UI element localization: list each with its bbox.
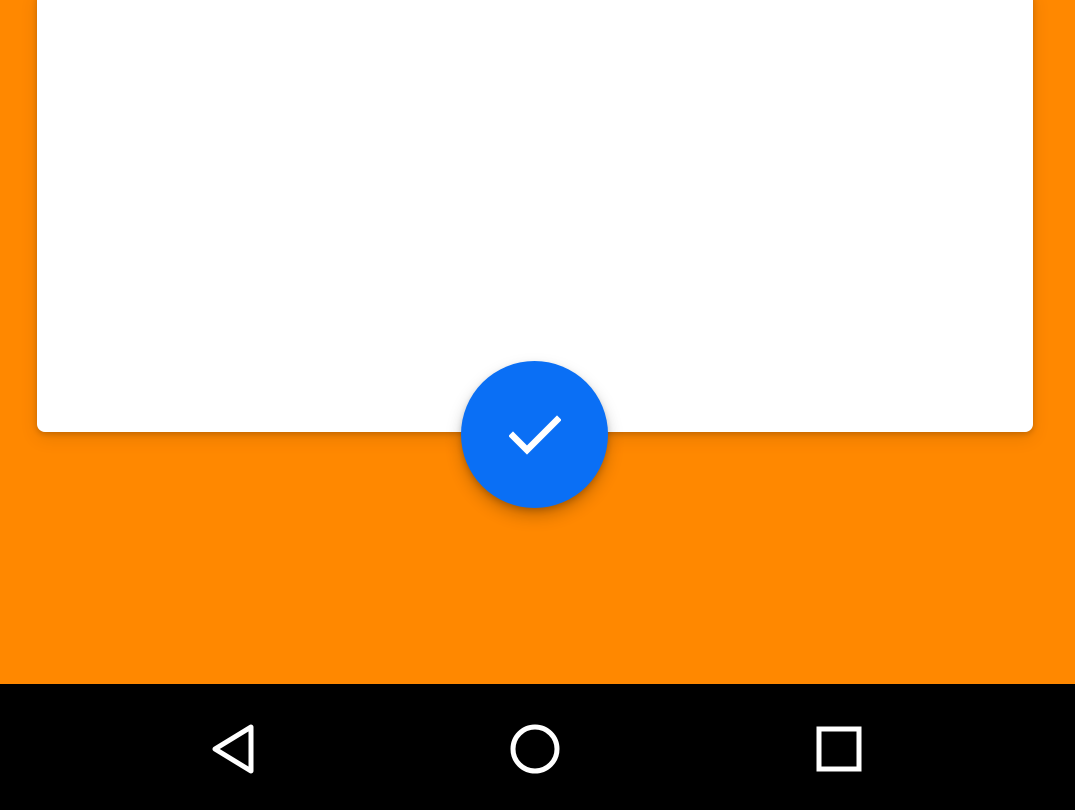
home-circle-icon (508, 722, 562, 776)
home-button[interactable] (490, 704, 580, 794)
back-triangle-icon (209, 723, 257, 775)
back-button[interactable] (188, 704, 278, 794)
confirm-fab-button[interactable] (461, 361, 608, 508)
system-navigation-bar (0, 684, 1075, 810)
recents-button[interactable] (794, 704, 884, 794)
check-icon (508, 414, 561, 455)
app-content-area (0, 0, 1075, 684)
recents-square-icon (815, 725, 863, 773)
